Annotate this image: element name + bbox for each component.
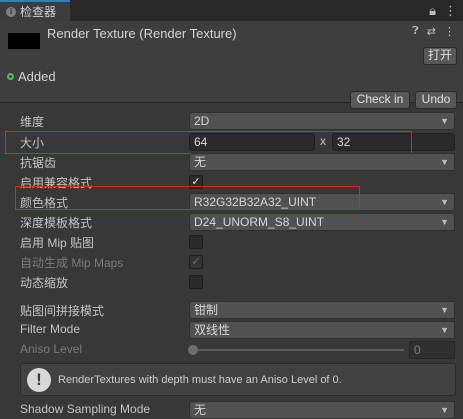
depth-format-dropdown[interactable]: D24_UNORM_S8_UINT ▼ — [189, 213, 455, 231]
size-highlight-box — [5, 131, 412, 154]
dimension-value: 2D — [194, 114, 210, 128]
dropdown-arrow-icon: ▼ — [440, 325, 449, 335]
vcs-status: Added — [7, 69, 56, 84]
dimension-label: 维度 — [20, 115, 45, 129]
antialias-value: 无 — [194, 155, 207, 169]
aniso-slider-track — [192, 349, 404, 351]
added-label: Added — [18, 69, 56, 84]
added-status-icon — [7, 73, 14, 80]
dynamic-scale-row: 动态缩放 — [0, 272, 463, 292]
lock-icon[interactable]: 🔒︎ — [429, 3, 436, 19]
check-in-button[interactable]: Check in — [350, 91, 410, 109]
mipmap-checkbox[interactable] — [189, 235, 203, 249]
menu-icon[interactable]: ⋮ — [444, 3, 457, 19]
tab-strip: i 检查器 🔒︎ ⋮ — [0, 0, 463, 21]
tab-inspector[interactable]: i 检查器 — [0, 0, 70, 21]
dynamic-scale-label: 动态缩放 — [20, 276, 69, 290]
open-button[interactable]: 打开 — [423, 47, 457, 65]
antialias-row: 抗锯齿 无 ▼ — [0, 152, 463, 172]
help-message: RenderTextures with depth must have an A… — [58, 374, 342, 386]
help-box: ! RenderTextures with depth must have an… — [20, 363, 456, 396]
filter-mode-dropdown[interactable]: 双线性 ▼ — [189, 321, 455, 339]
texture-preview-thumbnail — [8, 33, 40, 49]
dropdown-arrow-icon: ▼ — [440, 116, 449, 126]
shadow-sampling-dropdown[interactable]: 无 ▼ — [189, 401, 455, 419]
undo-button[interactable]: Undo — [415, 91, 457, 109]
depth-format-row: 深度模板格式 D24_UNORM_S8_UINT ▼ — [0, 212, 463, 232]
inspector-header: Render Texture (Render Texture) ❓︎ ⇄ ⋮ 打… — [0, 21, 463, 109]
dropdown-arrow-icon: ▼ — [440, 157, 449, 167]
depth-format-value: D24_UNORM_S8_UINT — [194, 215, 325, 229]
dynamic-scale-checkbox[interactable] — [189, 275, 203, 289]
more-icon[interactable]: ⋮ — [444, 25, 455, 38]
dropdown-arrow-icon: ▼ — [440, 217, 449, 227]
aniso-label: Aniso Level — [20, 342, 83, 356]
warning-icon: ! — [27, 368, 51, 392]
antialias-dropdown[interactable]: 无 ▼ — [189, 153, 455, 171]
mipmap-row: 启用 Mip 贴图 — [0, 232, 463, 252]
aniso-value: 0 — [414, 343, 421, 357]
aniso-row: Aniso Level 0 — [0, 340, 463, 360]
shadow-sampling-value: 无 — [194, 403, 207, 417]
dropdown-arrow-icon: ▼ — [440, 197, 449, 207]
auto-mip-checkbox: ✓ — [189, 255, 203, 269]
filter-mode-value: 双线性 — [194, 323, 231, 337]
wrap-mode-label: 贴图间拼接模式 — [20, 304, 105, 318]
tab-label: 检查器 — [20, 5, 57, 19]
auto-mip-label: 自动生成 Mip Maps — [20, 256, 124, 270]
auto-mip-row: 自动生成 Mip Maps ✓ — [0, 252, 463, 272]
aniso-value-field: 0 — [409, 341, 455, 359]
dropdown-arrow-icon: ▼ — [440, 405, 449, 415]
dimension-row: 维度 2D ▼ — [0, 111, 463, 131]
mipmap-label: 启用 Mip 贴图 — [20, 236, 95, 250]
info-icon: i — [6, 6, 16, 17]
aniso-slider-handle — [188, 345, 198, 355]
dimension-dropdown[interactable]: 2D ▼ — [189, 112, 455, 130]
object-title: Render Texture (Render Texture) — [47, 26, 237, 41]
filter-mode-row: Filter Mode 双线性 ▼ — [0, 320, 463, 340]
wrap-mode-dropdown[interactable]: 钳制 ▼ — [189, 301, 455, 319]
shadow-sampling-row: Shadow Sampling Mode 无 ▼ — [0, 400, 463, 419]
filter-mode-label: Filter Mode — [20, 322, 81, 336]
depth-format-label: 深度模板格式 — [20, 216, 93, 230]
dropdown-arrow-icon: ▼ — [440, 305, 449, 315]
antialias-label: 抗锯齿 — [20, 156, 57, 170]
wrap-mode-value: 钳制 — [194, 303, 219, 317]
preset-icon[interactable]: ⇄ — [427, 25, 436, 38]
color-format-highlight-box — [15, 186, 360, 210]
help-icon[interactable]: ❓︎ — [412, 25, 419, 38]
wrap-mode-row: 贴图间拼接模式 钳制 ▼ — [0, 300, 463, 320]
shadow-sampling-label: Shadow Sampling Mode — [20, 402, 151, 416]
